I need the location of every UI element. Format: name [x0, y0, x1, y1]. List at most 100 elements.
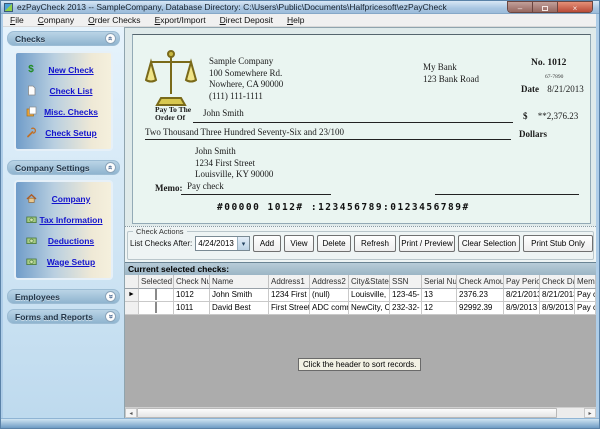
print-preview-button[interactable]: Print / Preview	[399, 235, 455, 252]
scrollbar-track[interactable]	[557, 408, 584, 418]
pay-to-label: Pay To The Order Of	[155, 106, 191, 121]
sidebar-item-label: Wage Setup	[37, 257, 111, 267]
collapse-chevron-icon[interactable]: «	[105, 162, 116, 173]
table-row[interactable]: 1011David BestFirst StreetADC commNewCit…	[125, 302, 596, 315]
menu-export-import[interactable]: Export/Import	[148, 14, 213, 27]
sidebar-panel-checks: $New Check Check List Misc. Checks Check Se…	[14, 51, 113, 151]
cell-pay-period: 8/9/2013	[504, 302, 540, 315]
maximize-button[interactable]	[533, 2, 558, 13]
sidebar-item-label: Company	[37, 194, 111, 204]
payee-name: John Smith	[203, 108, 244, 118]
amount-value: **2,376.23	[538, 111, 579, 121]
sidebar-item-check-list[interactable]: Check List	[16, 80, 111, 101]
sidebar-section-checks[interactable]: Checks«	[7, 31, 120, 46]
print-stub-only-button[interactable]: Print Stub Only	[523, 235, 593, 252]
expand-chevron-icon[interactable]: «	[105, 291, 116, 302]
horizontal-scrollbar[interactable]: ◂ ▸	[125, 407, 596, 418]
cell-name: John Smith	[210, 289, 269, 302]
column-header-check-amount[interactable]: Check Amount	[457, 275, 504, 289]
sidebar-item-company[interactable]: Company	[16, 188, 111, 209]
cell-check-dat: 8/21/2013	[540, 289, 575, 302]
close-button[interactable]: ×	[558, 2, 592, 13]
sort-tooltip: Click the header to sort records.	[298, 358, 421, 371]
chevron-down-icon[interactable]: ▾	[237, 237, 249, 250]
sidebar-item-wage-setup[interactable]: Wage Setup	[16, 251, 111, 272]
scrollbar-thumb[interactable]	[137, 408, 557, 418]
refresh-button[interactable]: Refresh	[354, 235, 396, 252]
row-checkbox[interactable]	[155, 289, 157, 300]
column-header-selected[interactable]: Selected	[139, 275, 174, 289]
delete-button[interactable]: Delete	[317, 235, 351, 252]
column-header-name[interactable]: Name	[210, 275, 269, 289]
collapse-chevron-icon[interactable]: «	[105, 33, 116, 44]
money-icon	[25, 235, 37, 246]
column-header-city-state[interactable]: City&State	[349, 275, 390, 289]
cell-ssn: 232-32-	[390, 302, 422, 315]
minimize-button[interactable]: –	[508, 2, 533, 13]
sidebar-section-company-settings[interactable]: Company Settings«	[7, 160, 120, 175]
scroll-right-icon[interactable]: ▸	[584, 408, 596, 418]
column-header-address1[interactable]: Address1	[269, 275, 310, 289]
dollars-label: Dollars	[519, 129, 547, 139]
view-button[interactable]: View	[284, 235, 314, 252]
row-checkbox[interactable]	[155, 302, 157, 313]
cell-name: David Best	[210, 302, 269, 315]
cell-check-nu: 1011	[174, 302, 210, 315]
micr-line: #00000 1012# :123456789:0123456789#	[217, 202, 470, 213]
list-after-date-dropdown[interactable]: 4/24/2013 ▾	[195, 236, 250, 251]
menu-company[interactable]: Company	[31, 14, 81, 27]
column-header-address2[interactable]: Address2	[310, 275, 349, 289]
sidebar-item-label: New Check	[37, 65, 111, 75]
cell-address2: ADC comm	[310, 302, 349, 315]
payee-line: John Smith	[193, 108, 513, 123]
payee-address-block: John Smith 1234 First Street Louisville,…	[195, 146, 273, 181]
menu-file[interactable]: File	[3, 14, 31, 27]
sidebar-item-check-setup[interactable]: Check Setup	[16, 122, 111, 143]
cell-serial-num: 12	[422, 302, 457, 315]
column-header-check-nu[interactable]: Check Nu	[174, 275, 210, 289]
sidebar-item-new-check[interactable]: $New Check	[16, 59, 111, 80]
scroll-left-icon[interactable]: ◂	[125, 408, 137, 418]
main-area: Sample Company 100 Somewhere Rd. Nowhere…	[124, 27, 596, 418]
check-preview-wrap: Sample Company 100 Somewhere Rd. Nowhere…	[125, 28, 596, 224]
column-header-memo[interactable]: Memo	[575, 275, 596, 289]
cell-pay-period: 8/21/2013	[504, 289, 540, 302]
cell-memo: Pay c	[575, 289, 596, 302]
cell-city-state: NewCity, CA	[349, 302, 390, 315]
sidebar-item-label: Misc. Checks	[37, 107, 111, 117]
selected-cell[interactable]	[139, 289, 174, 302]
sidebar-item-deductions[interactable]: Deductions	[16, 230, 111, 251]
add-button[interactable]: Add	[253, 235, 281, 252]
misc-checks-icon	[25, 106, 37, 117]
column-header-serial-num[interactable]: Serial Num	[422, 275, 457, 289]
sidebar: Checks«$New CheckCheck ListMisc. ChecksC…	[7, 31, 120, 418]
sidebar-section-forms-and-reports[interactable]: Forms and Reports«	[7, 309, 120, 324]
menu-help[interactable]: Help	[280, 14, 311, 27]
app-icon	[4, 3, 13, 12]
scales-logo-icon	[145, 50, 197, 108]
section-title: Company Settings	[15, 163, 105, 173]
sidebar-item-misc-checks[interactable]: Misc. Checks	[16, 101, 111, 122]
column-header-check-dat[interactable]: Check Dat	[540, 275, 575, 289]
dollar-icon: $	[25, 64, 37, 75]
menu-order-checks[interactable]: Order Checks	[81, 14, 147, 27]
cell-check-amount: 92992.39	[457, 302, 504, 315]
row-indicator-header[interactable]	[125, 275, 139, 289]
currency-symbol: $	[523, 111, 528, 121]
column-header-pay-period[interactable]: Pay Period	[504, 275, 540, 289]
sidebar-section-employees[interactable]: Employees«	[7, 289, 120, 304]
sidebar-item-tax-information[interactable]: Tax Information	[16, 209, 111, 230]
app-window: ezPayCheck 2013 -- SampleCompany, Databa…	[0, 0, 600, 429]
date-label: Date	[521, 84, 539, 94]
checks-grid-panel: Current selected checks: SelectedCheck N…	[125, 262, 596, 407]
menu-direct-deposit[interactable]: Direct Deposit	[213, 14, 280, 27]
selected-cell[interactable]	[139, 302, 174, 315]
clear-selection-button[interactable]: Clear Selection	[458, 235, 520, 252]
expand-chevron-icon[interactable]: «	[105, 311, 116, 322]
sidebar-item-label: Check List	[37, 86, 111, 96]
check-number: No. 1012	[531, 58, 566, 68]
column-header-ssn[interactable]: SSN	[390, 275, 422, 289]
section-title: Checks	[15, 34, 105, 44]
table-row[interactable]: ►1012John Smith1234 First St(null)Louisv…	[125, 289, 596, 302]
bank-block: My Bank 123 Bank Road	[423, 62, 479, 85]
